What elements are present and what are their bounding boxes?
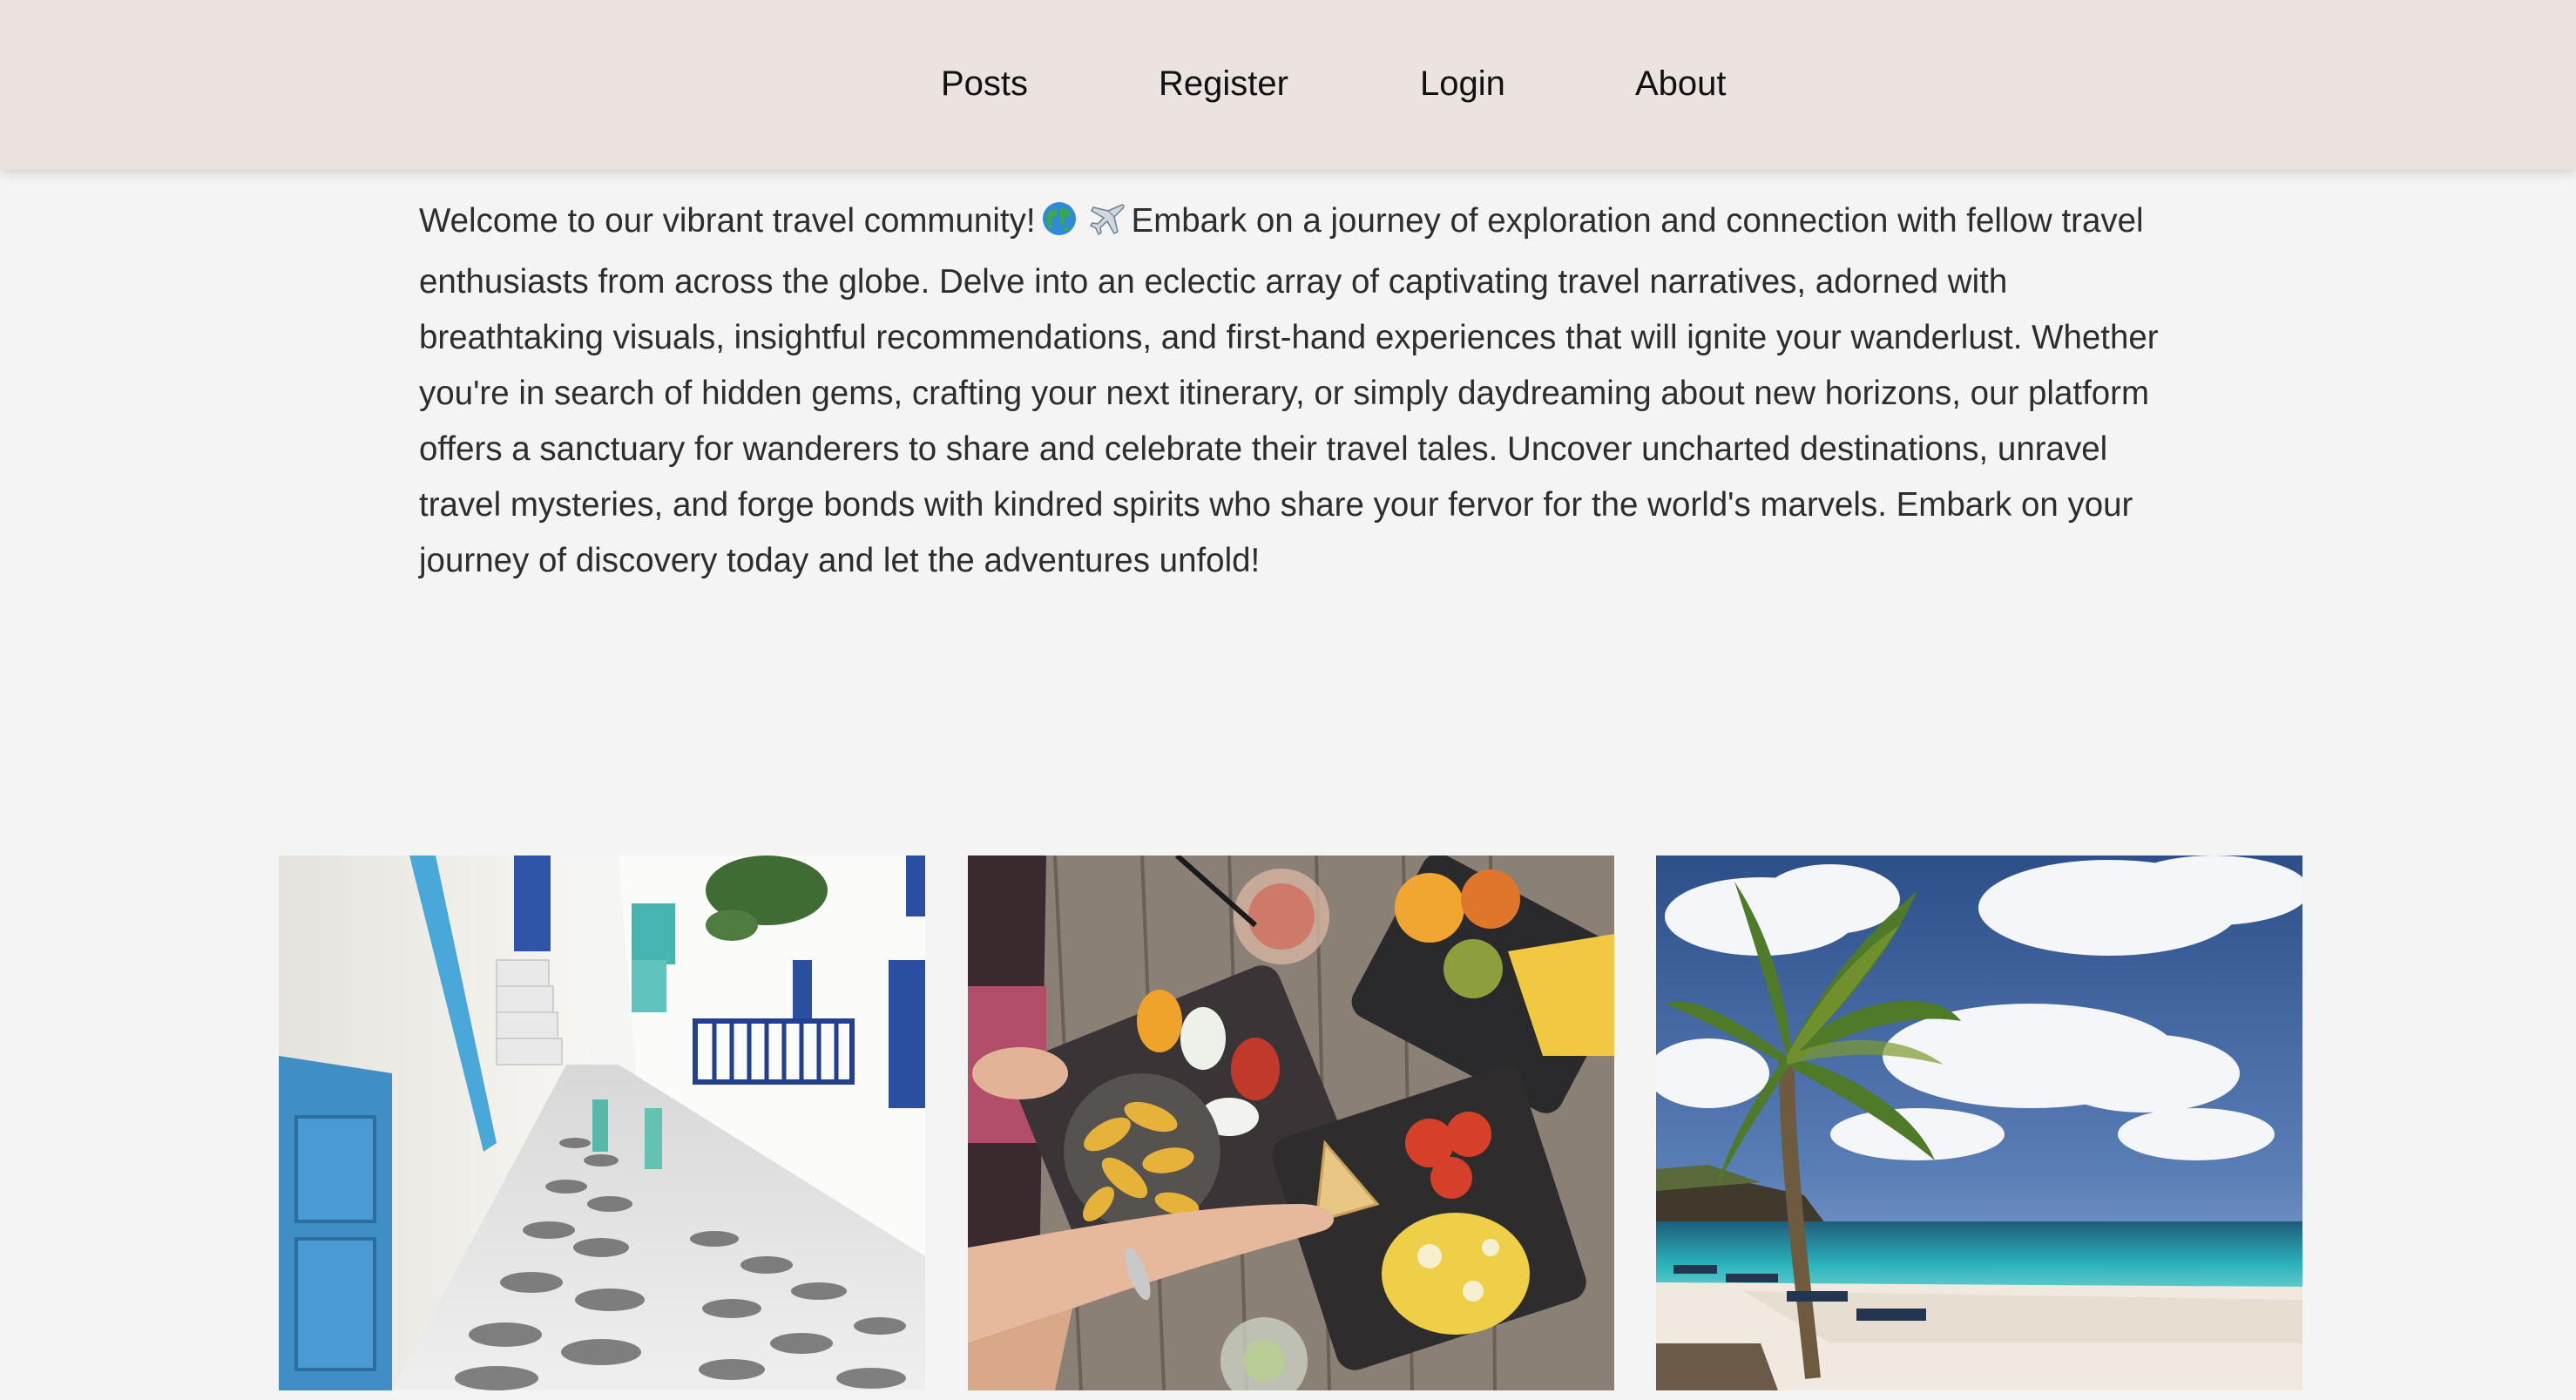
nav-link-posts[interactable]: Posts bbox=[941, 58, 1028, 109]
navbar: Posts Register Login About bbox=[0, 0, 2576, 169]
nav-link-login[interactable]: Login bbox=[1420, 58, 1505, 109]
intro-text: Welcome to our vibrant travel community!… bbox=[419, 193, 2196, 589]
nav-link-register[interactable]: Register bbox=[1159, 58, 1288, 109]
whitewashed-alley-photo bbox=[279, 856, 925, 1390]
gallery-card-food[interactable] bbox=[968, 856, 1614, 1390]
airplane-icon bbox=[1088, 199, 1126, 254]
intro-lead: Welcome to our vibrant travel community! bbox=[419, 202, 1036, 240]
globe-icon bbox=[1041, 199, 1078, 254]
food-table-photo bbox=[968, 856, 1614, 1390]
palm-beach-photo bbox=[1656, 856, 2302, 1390]
gallery-card-beach[interactable] bbox=[1656, 856, 2302, 1390]
intro-body: Embark on a journey of exploration and c… bbox=[419, 202, 2159, 579]
gallery-card-alley[interactable] bbox=[279, 856, 925, 1390]
nav-link-about[interactable]: About bbox=[1635, 58, 1727, 109]
